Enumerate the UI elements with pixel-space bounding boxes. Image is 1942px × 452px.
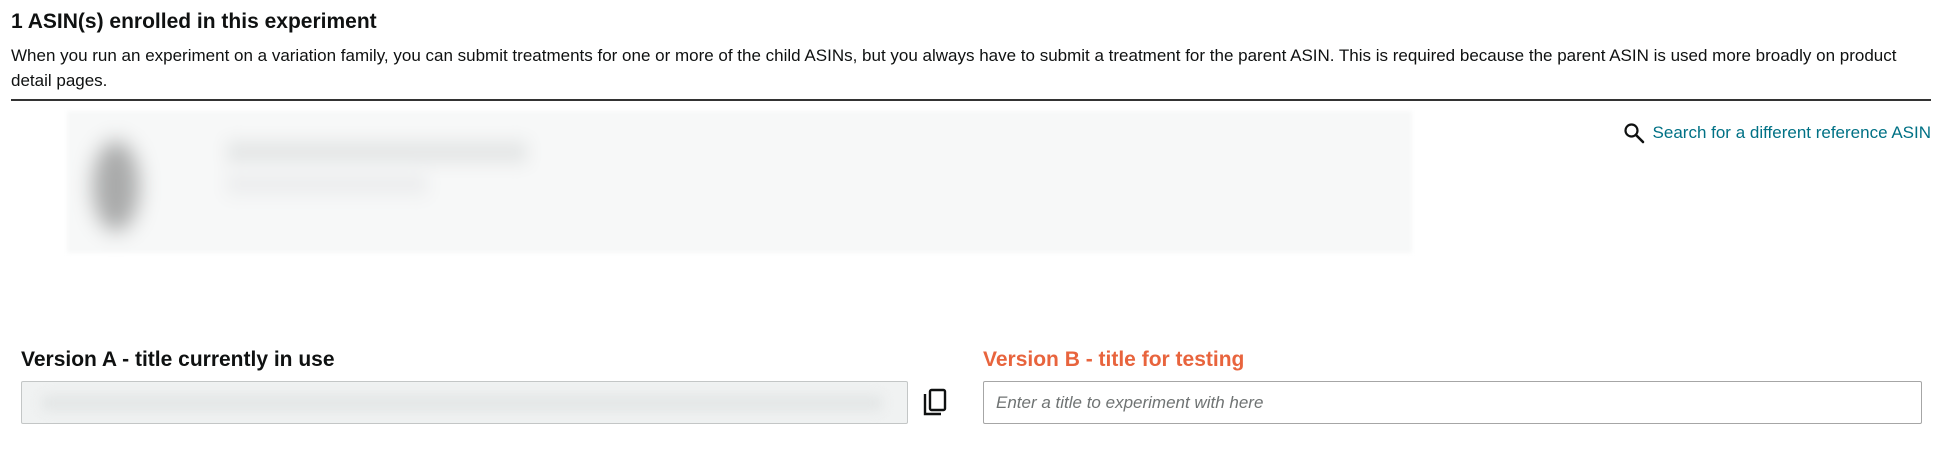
version-b-label: Version B - title for testing: [983, 348, 1245, 371]
product-thumbnail: [93, 141, 139, 231]
product-title-redacted: [227, 141, 527, 163]
copy-icon[interactable]: [922, 388, 948, 418]
divider: [11, 99, 1931, 101]
reference-asin-card: [67, 111, 1412, 253]
search-different-asin-link[interactable]: Search for a different reference ASIN: [1623, 122, 1931, 144]
asin-enrollment-panel: 1 ASIN(s) enrolled in this experiment Wh…: [0, 0, 1942, 452]
search-icon: [1623, 122, 1645, 144]
version-a-title-field: [21, 381, 908, 424]
version-a-title-redacted: [42, 395, 882, 411]
section-description: When you run an experiment on a variatio…: [11, 46, 1897, 90]
search-link-label[interactable]: Search for a different reference ASIN: [1653, 123, 1931, 143]
version-b-title-input[interactable]: [983, 381, 1922, 424]
section-title: 1 ASIN(s) enrolled in this experiment: [11, 10, 377, 33]
version-a-label: Version A - title currently in use: [21, 348, 335, 371]
product-details-redacted: [227, 173, 427, 195]
